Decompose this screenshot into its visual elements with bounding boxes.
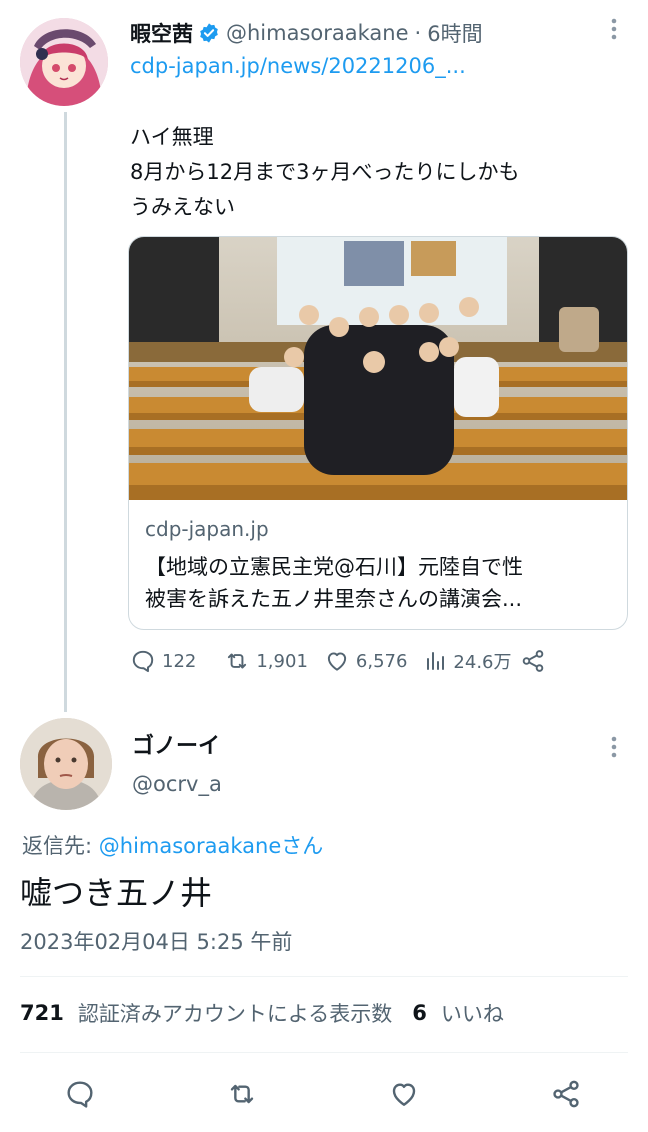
more-options-icon[interactable] [602,732,626,762]
retweet-icon[interactable] [226,1078,258,1110]
tweet-text-line: ハイ無理 [130,125,214,149]
reply-icon [132,650,154,673]
share-button[interactable] [520,648,546,674]
like-button[interactable]: 6,576 [324,648,408,674]
handle[interactable]: @ocrv_a [132,772,222,796]
views-button[interactable]: 24.6万 [423,648,512,674]
retweet-count: 1,901 [256,650,308,672]
card-title: 【地域の立憲民主党@石川】元陸自で性 被害を訴えた五ノ井里奈さんの講演会... [145,551,615,615]
reply-count: 122 [162,650,197,672]
tweet-text: ハイ無理 8月から12月まで3ヶ月べったりにしかも うみえない [130,120,519,225]
like-count: 6,576 [355,650,408,672]
timestamp[interactable]: 6時間 [427,18,482,48]
tweet-link[interactable]: cdp-japan.jp/news/20221206_... [130,54,466,78]
views-label[interactable]: 認証済みアカウントによる表示数 [78,998,392,1028]
share-icon [522,650,543,672]
replying-suffix: さん [281,834,324,858]
retweet-icon [228,653,247,669]
tweet-text: 嘘つき五ノ井 [20,874,213,912]
share-icon[interactable] [550,1078,582,1110]
more-options-icon[interactable] [602,14,626,44]
heart-icon[interactable] [388,1078,420,1110]
retweet-button[interactable]: 1,901 [224,648,308,674]
tweet-text-line: 8月から12月まで3ヶ月べったりにしかも [130,160,520,184]
display-name[interactable]: 暇空茜 [130,18,193,48]
view-count: 24.6万 [453,652,512,673]
replying-prefix: 返信先: [22,834,99,858]
tweet-actions: 122 1,901 6,576 24.6万 [130,648,558,674]
card-title-line: 被害を訴えた五ノ井里奈さんの講演会... [145,587,523,611]
display-name[interactable]: ゴノーイ [132,728,220,760]
tweet-text-line: うみえない [130,195,235,219]
divider [20,976,628,977]
replying-to: 返信先: @himasoraakaneさん [22,830,323,860]
profile-photo-image [20,718,112,810]
tweet-stats: 721 認証済みアカウントによる表示数 6 いいね [20,998,524,1028]
card-title-line: 【地域の立憲民主党@石川】元陸自で性 [145,555,523,579]
verified-badge-icon [200,23,218,43]
reply-icon[interactable] [64,1078,96,1110]
tweet-action-bar [0,1072,648,1116]
heart-icon [327,652,346,671]
handle[interactable]: @himasoraakane [226,21,409,45]
reply-button[interactable]: 122 [130,648,196,674]
timestamp[interactable]: 2023年02月04日 5:25 午前 [20,926,292,956]
link-card[interactable]: cdp-japan.jp 【地域の立憲民主党@石川】元陸自で性 被害を訴えた五ノ… [128,236,628,630]
anime-avatar-image [20,18,108,106]
separator: · [414,21,422,45]
likes-label[interactable]: いいね [441,998,504,1028]
analytics-icon [427,652,445,670]
card-photo-image [129,237,627,500]
thread-connector-line [64,112,67,712]
replying-mention-link[interactable]: @himasoraakane [99,834,282,858]
views-count[interactable]: 721 [20,1001,64,1025]
avatar[interactable] [20,18,108,106]
tweet-header: 暇空茜 @himasoraakane · 6時間 [130,18,483,48]
divider [20,1052,628,1053]
likes-count[interactable]: 6 [412,1001,427,1025]
avatar[interactable] [20,718,112,810]
card-domain: cdp-japan.jp [145,517,269,541]
